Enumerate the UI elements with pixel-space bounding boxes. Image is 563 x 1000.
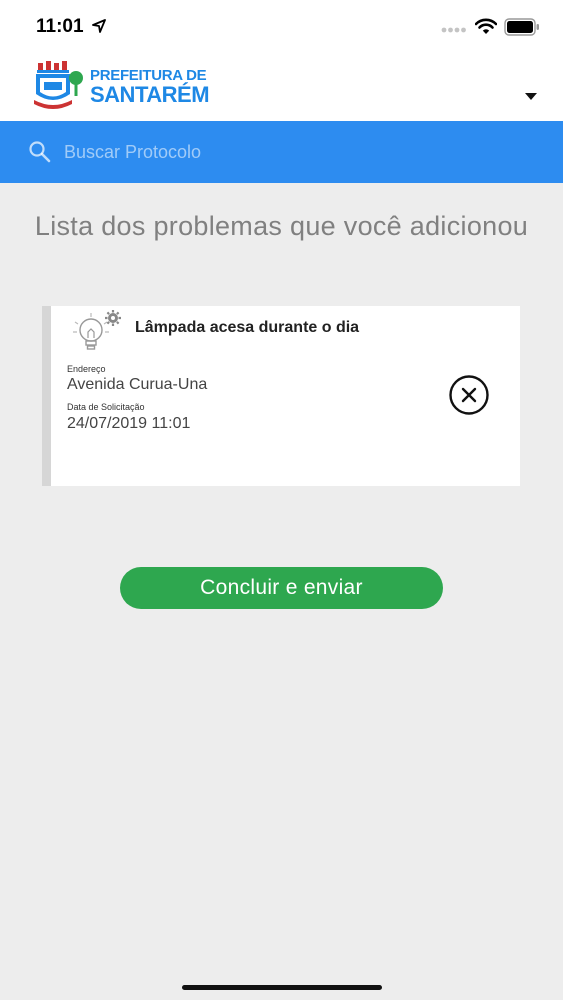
signal-icon	[441, 27, 466, 33]
search-icon	[29, 141, 51, 163]
location-arrow-icon	[92, 19, 106, 33]
chevron-down-icon[interactable]	[525, 93, 537, 100]
address-label: Endereço	[67, 364, 106, 374]
status-time: 11:01	[36, 16, 84, 37]
battery-icon	[504, 18, 539, 36]
date-label: Data de Solicitação	[67, 402, 145, 412]
remove-problem-button[interactable]	[448, 374, 490, 416]
lightbulb-gear-icon	[73, 310, 121, 350]
submit-button[interactable]: Concluir e enviar	[120, 567, 443, 609]
address-value: Avenida Curua-Una	[67, 376, 208, 393]
wifi-icon	[475, 18, 497, 34]
city-coat-of-arms-logo	[34, 61, 83, 109]
date-value: 24/07/2019 11:01	[67, 415, 191, 432]
page-title: Lista dos problemas que você adicionou	[34, 211, 529, 241]
logo-text-santarem: SANTARÉM	[90, 82, 210, 107]
app-header: PREFEITURA DE SANTARÉM	[0, 56, 563, 121]
status-bar: 11:01	[0, 0, 563, 56]
search-input[interactable]	[64, 139, 534, 165]
problem-title: Lâmpada acesa durante o dia	[135, 319, 360, 336]
problem-card: Lâmpada acesa durante o dia Endereço Ave…	[42, 306, 520, 486]
search-bar	[0, 121, 563, 183]
home-indicator[interactable]	[182, 985, 382, 990]
